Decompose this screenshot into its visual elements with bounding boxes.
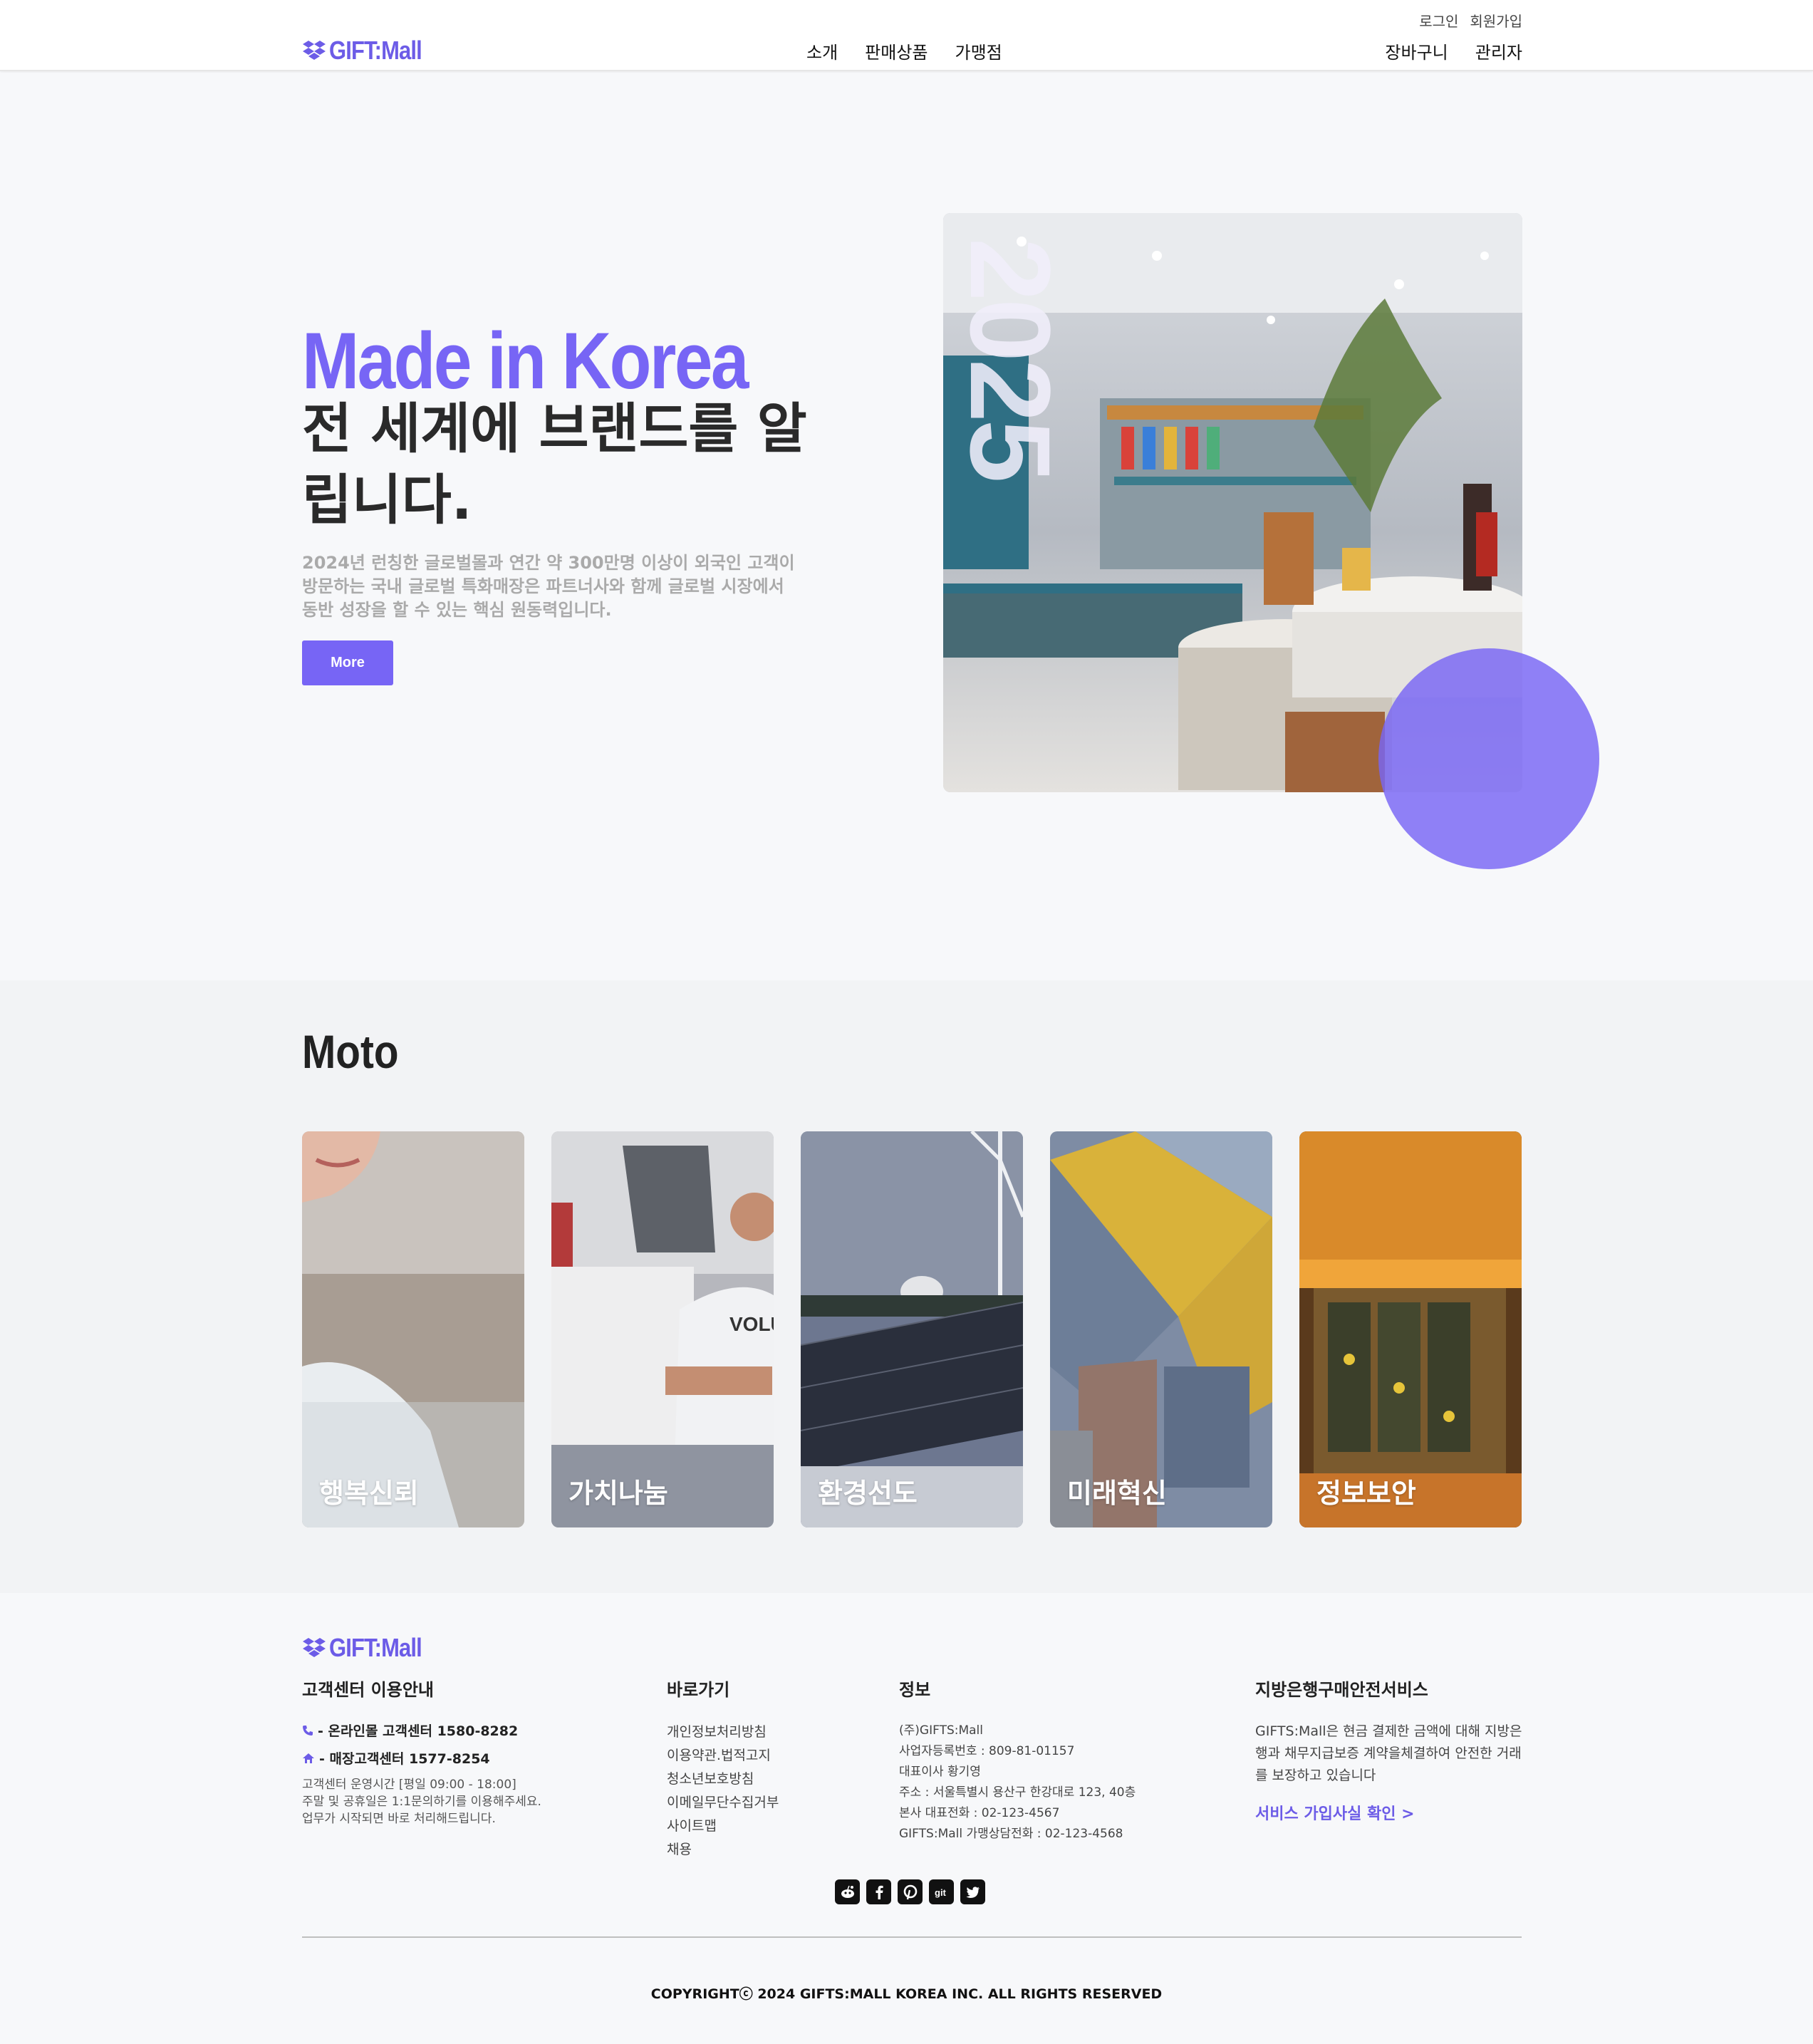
signup-link[interactable]: 회원가입 bbox=[1470, 10, 1522, 31]
footer-logo[interactable]: GIFT:Mall bbox=[302, 1633, 437, 1663]
cart-link[interactable]: 장바구니 bbox=[1385, 38, 1448, 63]
bank-service-heading: 지방은행구매안전서비스 bbox=[1255, 1680, 1428, 1700]
nav-item-products[interactable]: 판매상품 bbox=[865, 38, 928, 63]
main-nav: 소개 판매상품 가맹점 bbox=[806, 38, 1002, 63]
moto-card-happiness[interactable]: 행복신뢰 bbox=[302, 1131, 524, 1527]
store-cs-number: - 매장고객센터 1577-8254 bbox=[319, 1751, 490, 1767]
git-icon[interactable]: git bbox=[929, 1879, 954, 1904]
smiling-person-photo bbox=[302, 1131, 524, 1527]
info-line: 주소 : 서울특별시 용산구 한강대로 123, 40층 bbox=[899, 1785, 1136, 1800]
bank-safety-service: 지방은행구매안전서비스 GIFTS:Mall은 현금 결제한 금액에 대해 지방… bbox=[1255, 1676, 1526, 1824]
info-line: 대표이사 황기영 bbox=[899, 1765, 981, 1779]
company-info: 정보 (주)GIFTS:Mall 사업자등록번호 : 809-81-01157 … bbox=[899, 1676, 1198, 1845]
moto-title: Moto bbox=[302, 1025, 399, 1078]
customer-center-heading: 고객센터 이용안내 bbox=[302, 1680, 434, 1700]
footer-link-sitemap[interactable]: 사이트맵 bbox=[667, 1815, 852, 1838]
nav-item-stores[interactable]: 가맹점 bbox=[955, 38, 1002, 63]
card-label: 행복신뢰 bbox=[319, 1478, 419, 1509]
cube-houses-photo bbox=[1050, 1131, 1272, 1527]
info-line: (주)GIFTS:Mall bbox=[899, 1723, 984, 1738]
twitter-icon[interactable] bbox=[960, 1879, 985, 1904]
footer-link-terms[interactable]: 이용약관.법적고지 bbox=[667, 1744, 852, 1768]
copyright: COPYRIGHTⓒ 2024 GIFTS:MALL KOREA INC. AL… bbox=[650, 1986, 1163, 2002]
moto-card-security[interactable]: 정보보안 bbox=[1299, 1131, 1522, 1527]
store-cs-line: - 매장고객센터 1577-8254 bbox=[302, 1748, 601, 1768]
logo-text: GIFT:Mall bbox=[329, 1633, 422, 1662]
decorative-circle bbox=[1378, 648, 1599, 869]
card-label: 미래혁신 bbox=[1067, 1478, 1167, 1509]
shortcut-heading: 바로가기 bbox=[667, 1680, 730, 1700]
footer-link-privacy[interactable]: 개인정보처리방침 bbox=[667, 1721, 852, 1744]
footer-link-youth[interactable]: 청소년보호방침 bbox=[667, 1768, 852, 1791]
footer-link-email-refusal[interactable]: 이메일무단수집거부 bbox=[667, 1791, 852, 1815]
social-links: git bbox=[835, 1879, 985, 1904]
site-header: GIFT:Mall 로그인 회원가입 소개 판매상품 가맹점 장바구니 관리자 bbox=[0, 0, 1813, 71]
card-label: 가치나눔 bbox=[568, 1478, 668, 1509]
svg-text:VOLU: VOLU bbox=[729, 1313, 774, 1335]
shortcut-links: 바로가기 개인정보처리방침 이용약관.법적고지 청소년보호방침 이메일무단수집거… bbox=[667, 1676, 852, 1862]
customer-center: 고객센터 이용안내 - 온라인몰 고객센터 1580-8282 - 매장고객센터… bbox=[302, 1676, 601, 1827]
moto-section: Moto 행복신뢰 VOLU bbox=[0, 980, 1813, 1593]
info-line: 본사 대표전화 : 02-123-4567 bbox=[899, 1806, 1060, 1820]
svg-text:git: git bbox=[935, 1887, 947, 1898]
volunteers-photo: VOLU bbox=[551, 1131, 774, 1527]
cs-note-2: 업무가 시작되면 바로 처리해드립니다. bbox=[302, 1812, 496, 1826]
logo-text: GIFT:Mall bbox=[329, 36, 422, 65]
reddit-icon[interactable] bbox=[835, 1879, 860, 1904]
phone-icon bbox=[303, 1725, 313, 1736]
solar-wind-photo bbox=[801, 1131, 1023, 1527]
more-button[interactable]: More bbox=[302, 640, 393, 685]
card-label: 정보보안 bbox=[1316, 1478, 1416, 1509]
right-nav: 장바구니 관리자 bbox=[1385, 38, 1522, 63]
moto-card-future[interactable]: 미래혁신 bbox=[1050, 1131, 1272, 1527]
card-label: 환경선도 bbox=[818, 1478, 918, 1509]
online-cs-line: - 온라인몰 고객센터 1580-8282 bbox=[302, 1721, 601, 1740]
footer-divider bbox=[302, 1936, 1522, 1938]
moto-cards: 행복신뢰 VOLU 가치나눔 bbox=[302, 1131, 1522, 1527]
footer-link-careers[interactable]: 채용 bbox=[667, 1838, 852, 1862]
hero-section: Made in Korea 전 세계에 브랜드를 알립니다. 2024년 런칭한… bbox=[0, 73, 1813, 980]
bank-service-link[interactable]: 서비스 가입사실 확인 > bbox=[1255, 1801, 1526, 1824]
info-line: 사업자등록번호 : 809-81-01157 bbox=[899, 1744, 1075, 1758]
cs-note-1: 주말 및 공휴일은 1:1문의하기를 이용해주세요. bbox=[302, 1795, 541, 1809]
nav-item-about[interactable]: 소개 bbox=[806, 38, 838, 63]
moto-card-value[interactable]: VOLU 가치나눔 bbox=[551, 1131, 774, 1527]
home-icon bbox=[303, 1753, 314, 1763]
server-rack-photo bbox=[1299, 1131, 1522, 1527]
dropbox-icon bbox=[303, 1638, 326, 1657]
pinterest-icon[interactable] bbox=[898, 1879, 923, 1904]
bank-service-description: GIFTS:Mall은 현금 결제한 금액에 대해 지방은행과 채무지급보증 계… bbox=[1255, 1723, 1522, 1783]
info-heading: 정보 bbox=[899, 1680, 931, 1700]
admin-link[interactable]: 관리자 bbox=[1475, 38, 1522, 63]
dropbox-icon bbox=[303, 41, 326, 60]
util-links: 로그인 회원가입 bbox=[1419, 10, 1522, 31]
login-link[interactable]: 로그인 bbox=[1419, 10, 1458, 31]
online-cs-number: - 온라인몰 고객센터 1580-8282 bbox=[318, 1723, 519, 1739]
year-overlay: 2025 bbox=[947, 238, 1074, 480]
hero-description: 2024년 런칭한 글로벌몰과 연간 약 300만명 이상이 외국인 고객이 방… bbox=[302, 553, 795, 620]
moto-card-environment[interactable]: 환경선도 bbox=[801, 1131, 1023, 1527]
cs-hours: 고객센터 운영시간 [평일 09:00 - 18:00] bbox=[302, 1778, 516, 1792]
site-footer: GIFT:Mall 고객센터 이용안내 - 온라인몰 고객센터 1580-828… bbox=[0, 1593, 1813, 2044]
site-logo[interactable]: GIFT:Mall bbox=[302, 36, 437, 66]
facebook-icon[interactable] bbox=[866, 1879, 891, 1904]
info-line: GIFTS:Mall 가맹상담전화 : 02-123-4568 bbox=[899, 1827, 1123, 1841]
hero-title-ko: 전 세계에 브랜드를 알립니다. bbox=[302, 397, 807, 531]
